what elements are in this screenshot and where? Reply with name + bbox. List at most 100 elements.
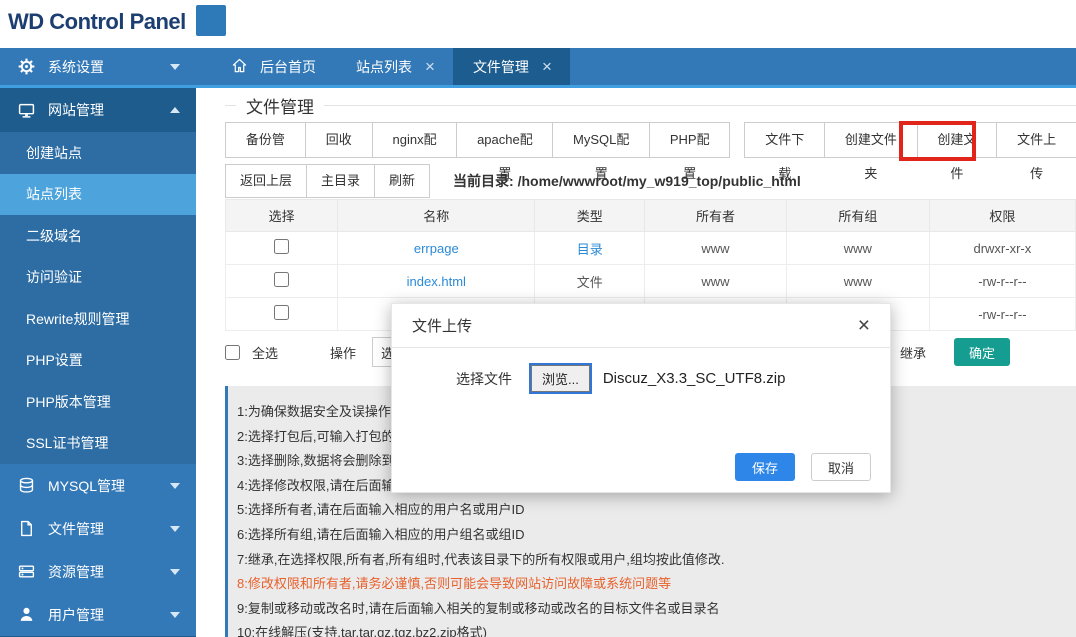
chevron-down-icon <box>170 569 180 575</box>
toolbar-primary: 备份管理 回收站 nginx配置 apache配置 MySQL配置 PHP配置 … <box>225 122 1076 158</box>
perm-cell: -rw-r--r-- <box>929 298 1075 331</box>
go-up-button[interactable]: 返回上层 <box>225 164 307 198</box>
tab-close-icon[interactable]: × <box>425 58 435 75</box>
row-checkbox[interactable] <box>274 239 289 254</box>
tab-label: 文件管理 <box>473 57 529 77</box>
chevron-down-icon <box>170 612 180 618</box>
table-row: index.html 文件 www www -rw-r--r-- <box>226 265 1076 298</box>
tab-label: 站点列表 <box>356 57 412 77</box>
sidebar: 网站管理 创建站点 站点列表 二级域名 访问验证 Rewrite规则管理 PHP… <box>0 88 196 637</box>
sidebar-item-php-version[interactable]: PHP版本管理 <box>0 381 196 423</box>
col-header-name: 名称 <box>338 200 535 232</box>
table-header-row: 选择 名称 类型 所有者 所有组 权限 <box>226 200 1076 232</box>
current-dir-text: 当前目录: /home/wwwroot/my_w919_top/public_h… <box>453 171 801 191</box>
sidebar-item-label: PHP版本管理 <box>26 392 111 412</box>
chevron-up-icon <box>170 107 180 113</box>
group-cell: www <box>786 265 929 298</box>
save-button[interactable]: 保存 <box>735 453 795 481</box>
file-select-label: 选择文件 <box>456 369 512 389</box>
note-line: 5:选择所有者,请在后面输入相应的用户名或用户ID <box>237 498 1066 523</box>
selected-filename: Discuz_X3.3_SC_UTF8.zip <box>603 370 786 387</box>
sidebar-submenu: 创建站点 站点列表 二级域名 访问验证 Rewrite规则管理 PHP设置 PH… <box>0 132 196 464</box>
top-nav-bar: 系统设置 后台首页 站点列表 × 文件管理 × <box>0 48 1076 88</box>
chevron-down-icon <box>170 64 180 70</box>
sidebar-section-website-management[interactable]: 网站管理 <box>0 88 196 132</box>
tab-dashboard[interactable]: 后台首页 <box>214 48 336 85</box>
row-checkbox[interactable] <box>274 272 289 287</box>
tab-site-list[interactable]: 站点列表 × <box>336 48 453 85</box>
sidebar-item-php-settings[interactable]: PHP设置 <box>0 340 196 382</box>
perm-cell: drwxr-xr-x <box>929 232 1075 265</box>
create-folder-button[interactable]: 创建文件夹 <box>824 122 917 158</box>
refresh-button[interactable]: 刷新 <box>374 164 430 198</box>
owner-cell: www <box>645 232 787 265</box>
note-line: 7:继承,在选择权限,所有者,所有组时,代表该目录下的所有权限或用户,组均按此值… <box>237 548 1066 573</box>
server-icon <box>18 563 35 580</box>
col-header-perm: 权限 <box>929 200 1075 232</box>
sidebar-section-users[interactable]: 用户管理 <box>0 593 196 636</box>
file-download-button[interactable]: 文件下载 <box>744 122 825 158</box>
tab-bar: 后台首页 站点列表 × 文件管理 × <box>214 48 570 85</box>
chevron-down-icon <box>170 526 180 532</box>
section-divider: 文件管理 <box>225 105 1076 106</box>
dialog-header: 文件上传 × <box>392 304 890 348</box>
apache-config-button[interactable]: apache配置 <box>456 122 553 158</box>
gear-icon <box>18 58 35 75</box>
page-title: 文件管理 <box>236 93 324 118</box>
sidebar-section-mysql[interactable]: MYSQL管理 <box>0 464 196 507</box>
action-right-group: 继承 确定 <box>900 338 1010 366</box>
sidebar-section-resources[interactable]: 资源管理 <box>0 550 196 593</box>
sidebar-item-label: 系统设置 <box>48 57 170 77</box>
file-upload-button[interactable]: 文件上传 <box>996 122 1076 158</box>
sidebar-section-file-management[interactable]: 文件管理 <box>0 507 196 550</box>
note-line: 9:复制或移动或改名时,请在后面输入相关的复制或移动或改名的目标文件名或目录名 <box>237 597 1066 622</box>
sidebar-item-label: Rewrite规则管理 <box>26 309 129 329</box>
user-icon <box>18 606 35 623</box>
database-icon <box>18 477 35 494</box>
sidebar-item-label: 创建站点 <box>26 143 82 163</box>
sidebar-item-label: PHP设置 <box>26 350 83 370</box>
sidebar-item-site-list[interactable]: 站点列表 <box>0 174 196 216</box>
inherit-label: 继承 <box>900 343 926 362</box>
sidebar-section-label: 文件管理 <box>48 519 170 539</box>
type-cell: 文件 <box>535 265 645 298</box>
nginx-config-button[interactable]: nginx配置 <box>372 122 458 158</box>
dialog-title: 文件上传 <box>412 315 472 336</box>
file-link[interactable]: errpage <box>414 241 459 256</box>
sidebar-item-rewrite-rules[interactable]: Rewrite规则管理 <box>0 298 196 340</box>
wd-control-panel-app: WD Control Panel <box>0 0 1076 637</box>
php-config-button[interactable]: PHP配置 <box>649 122 730 158</box>
tab-label: 后台首页 <box>260 57 316 77</box>
tab-close-icon[interactable]: × <box>542 58 552 75</box>
note-line: 6:选择所有组,请在后面输入相应的用户组名或组ID <box>237 523 1066 548</box>
select-all-label: 全选 <box>252 343 278 362</box>
note-line: 10:在线解压(支持.tar,tar.gz,tgz,bz2,zip格式) <box>237 621 1066 637</box>
document-icon <box>18 520 35 537</box>
backup-manage-button[interactable]: 备份管理 <box>225 122 306 158</box>
hamburger-menu-button[interactable] <box>196 5 226 36</box>
sidebar-item-create-site[interactable]: 创建站点 <box>0 132 196 174</box>
sidebar-item-subdomain[interactable]: 二级域名 <box>0 215 196 257</box>
col-header-owner: 所有者 <box>645 200 787 232</box>
perm-cell: -rw-r--r-- <box>929 265 1075 298</box>
recycle-bin-button[interactable]: 回收站 <box>305 122 373 158</box>
table-row: errpage 目录 www www drwxr-xr-x <box>226 232 1076 265</box>
cancel-button[interactable]: 取消 <box>811 453 871 481</box>
type-link[interactable]: 目录 <box>577 242 603 257</box>
sidebar-item-access-auth[interactable]: 访问验证 <box>0 257 196 299</box>
row-checkbox[interactable] <box>274 305 289 320</box>
sidebar-item-ssl-cert[interactable]: SSL证书管理 <box>0 423 196 465</box>
create-file-button[interactable]: 创建文件 <box>917 122 998 158</box>
home-dir-button[interactable]: 主目录 <box>306 164 375 198</box>
mysql-config-button[interactable]: MySQL配置 <box>552 122 650 158</box>
group-cell: www <box>786 232 929 265</box>
file-link[interactable]: index.html <box>407 274 466 289</box>
tab-file-manager[interactable]: 文件管理 × <box>453 48 570 85</box>
close-icon[interactable]: × <box>858 315 870 336</box>
sidebar-item-system-settings[interactable]: 系统设置 <box>0 48 196 85</box>
confirm-button[interactable]: 确定 <box>954 338 1010 366</box>
col-header-select: 选择 <box>226 200 338 232</box>
monitor-icon <box>18 102 35 119</box>
browse-button[interactable]: 浏览... <box>531 365 590 392</box>
select-all-checkbox[interactable] <box>225 345 240 360</box>
